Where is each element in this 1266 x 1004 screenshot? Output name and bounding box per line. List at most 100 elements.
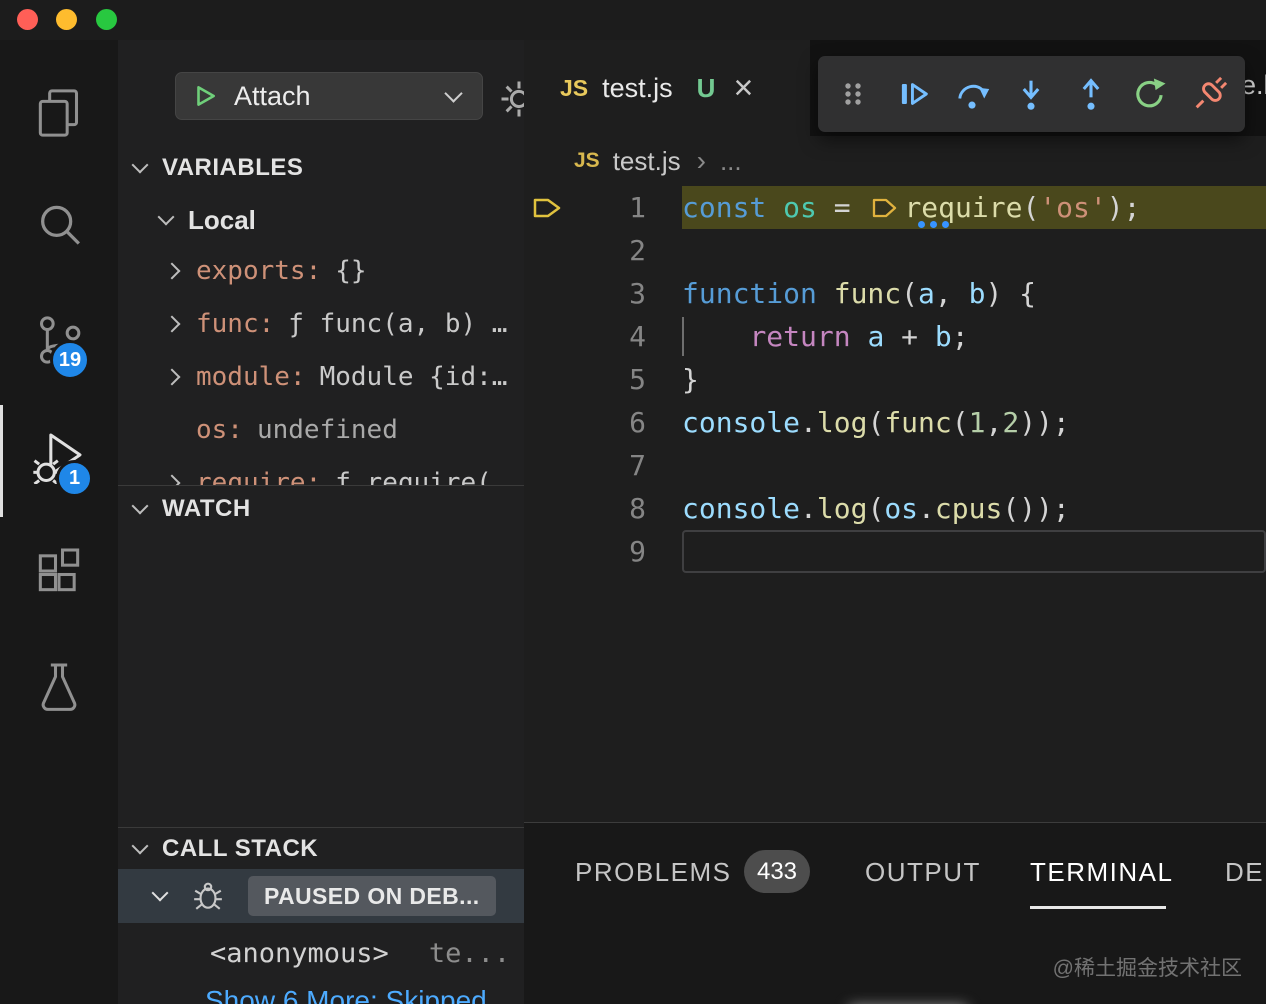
tab-test-js[interactable]: JS test.js U ×	[524, 40, 810, 136]
debug-badge: 1	[56, 460, 93, 497]
variable-name: func:	[196, 308, 275, 339]
call-stack-section-header[interactable]: CALL STACK	[118, 827, 524, 869]
inline-hint-dots	[918, 221, 949, 228]
sidebar-item-explorer[interactable]	[29, 85, 89, 145]
breakpoint-margin[interactable]	[524, 315, 570, 358]
code-lines[interactable]: 1 const os = require('os'); 2 3 function fun…	[524, 186, 1266, 573]
breakpoint-margin[interactable]	[524, 272, 570, 315]
paused-reason-badge: PAUSED ON DEB...	[248, 876, 496, 916]
sidebar-item-testing[interactable]	[29, 658, 89, 718]
breakpoint-margin[interactable]	[524, 444, 570, 487]
code-text: function func(a, b) {	[682, 277, 1037, 310]
scope-label: Local	[188, 204, 256, 235]
javascript-file-icon: JS	[560, 74, 589, 101]
extensions-icon	[31, 543, 87, 604]
debug-config-dropdown[interactable]: Attach	[175, 72, 483, 120]
debug-current-line-arrow-icon[interactable]	[524, 186, 570, 229]
chevron-down-icon	[151, 884, 169, 902]
sidebar-item-search[interactable]	[29, 198, 89, 258]
beaker-icon	[31, 658, 87, 719]
watermark: @稀土掘金技术社区	[1052, 957, 1242, 980]
titlebar	[0, 0, 1266, 40]
close-window-button[interactable]	[17, 9, 38, 30]
code-line[interactable]: 2	[524, 229, 1266, 272]
files-icon	[31, 85, 87, 146]
variables-list: exports: {} func: ƒ func(a, b) … module: Modu…	[118, 244, 524, 509]
variables-section-title: VARIABLES	[162, 154, 304, 181]
bug-icon	[192, 880, 224, 912]
step-into-button[interactable]	[1004, 65, 1058, 123]
variables-section-header[interactable]: VARIABLES	[118, 148, 524, 188]
disconnect-button[interactable]	[1183, 65, 1237, 123]
tab-terminal[interactable]: TERMINAL	[1030, 857, 1173, 888]
code-line[interactable]: 1 const os = require('os');	[524, 186, 1266, 229]
chevron-down-icon	[131, 156, 149, 174]
breakpoint-margin[interactable]	[524, 358, 570, 401]
variable-row[interactable]: exports: {}	[118, 244, 524, 297]
breadcrumb-ellipsis[interactable]: ...	[720, 146, 742, 177]
step-out-button[interactable]	[1064, 65, 1118, 123]
code-line[interactable]: 3 function func(a, b) {	[524, 272, 1266, 315]
tab-output[interactable]: OUTPUT	[865, 857, 981, 888]
code-line[interactable]: 9	[524, 530, 1266, 573]
debug-start-icon[interactable]	[192, 83, 218, 109]
code-text: console.log(func(1,2));	[682, 406, 1070, 439]
breadcrumb-file[interactable]: test.js	[613, 146, 681, 177]
chevron-down-icon	[157, 208, 175, 226]
line-number: 4	[629, 320, 646, 353]
zoom-window-button[interactable]	[96, 9, 117, 30]
debug-config-label: Attach	[234, 80, 311, 111]
code-line[interactable]: 7	[524, 444, 1266, 487]
scope-local-row[interactable]: Local	[157, 200, 256, 240]
chevron-right-icon	[163, 315, 181, 332]
tab-debug-console[interactable]: DEB	[1225, 857, 1266, 888]
variable-row[interactable]: module: Module {id:…	[118, 350, 524, 403]
step-over-button[interactable]	[945, 65, 999, 123]
chevron-down-icon	[131, 837, 149, 854]
settings-gear-icon[interactable]	[498, 78, 524, 125]
minimize-window-button[interactable]	[56, 9, 77, 30]
show-more-frames-link[interactable]: Show 6 More: Skipped	[205, 985, 487, 1004]
breadcrumb: JS test.js › ...	[524, 136, 742, 186]
call-stack-thread-row[interactable]: PAUSED ON DEB...	[118, 869, 524, 923]
watch-section-title: WATCH	[162, 494, 251, 522]
watch-section-header[interactable]: WATCH	[118, 485, 524, 531]
variable-value: Module {id:…	[319, 361, 508, 392]
continue-button[interactable]	[885, 65, 939, 123]
active-tab-underline	[1030, 906, 1166, 909]
code-line[interactable]: 6 console.log(func(1,2));	[524, 401, 1266, 444]
line-number: 3	[629, 277, 646, 310]
line-number: 5	[629, 363, 646, 396]
variable-value: {}	[335, 255, 367, 286]
code-line[interactable]: 8 console.log(os.cpus());	[524, 487, 1266, 530]
breakpoint-margin[interactable]	[524, 530, 570, 573]
line-number: 6	[629, 406, 646, 439]
debug-sidebar: Attach VARIABLES Local exports: {} func: ƒ …	[118, 40, 524, 1004]
variable-row[interactable]: os: undefined	[118, 403, 524, 456]
drag-handle-icon[interactable]	[826, 65, 880, 123]
restart-button[interactable]	[1123, 65, 1177, 123]
debug-toolbar	[818, 56, 1245, 132]
javascript-file-icon: JS	[574, 149, 600, 172]
line-number: 2	[629, 234, 646, 267]
breakpoint-margin[interactable]	[524, 401, 570, 444]
close-tab-icon[interactable]: ×	[733, 71, 753, 105]
stack-frame-name: <anonymous>	[210, 937, 389, 969]
search-icon	[31, 198, 87, 259]
inline-breakpoint-icon[interactable]	[871, 186, 898, 229]
code-line[interactable]: 5}	[524, 358, 1266, 401]
indent-guide	[682, 317, 684, 356]
breakpoint-margin[interactable]	[524, 229, 570, 272]
line-number: 8	[629, 492, 646, 525]
code-text: console.log(os.cpus());	[682, 492, 1070, 525]
problems-count-badge: 433	[744, 850, 810, 893]
stack-frame-row[interactable]: <anonymous> te...	[210, 929, 510, 977]
code-line[interactable]: 4 return a + b;	[524, 315, 1266, 358]
variable-value: undefined	[256, 414, 398, 445]
tab-problems[interactable]: PROBLEMS	[575, 857, 732, 888]
breakpoint-margin[interactable]	[524, 487, 570, 530]
variable-row[interactable]: func: ƒ func(a, b) …	[118, 297, 524, 350]
active-view-indicator	[0, 405, 3, 517]
sidebar-item-extensions[interactable]	[29, 543, 89, 603]
